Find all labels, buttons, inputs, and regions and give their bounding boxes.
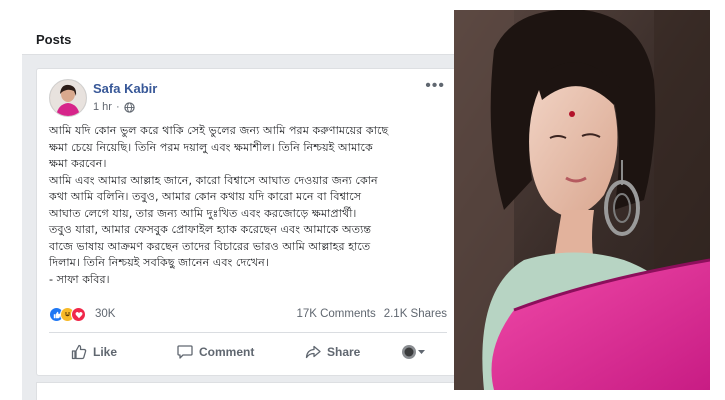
- comment-count[interactable]: 17K Comments: [296, 308, 375, 320]
- like-button[interactable]: Like: [71, 344, 117, 360]
- facebook-panel: Posts Safa Kabir 1 hr · ••• আমি যদি কোন …: [22, 14, 454, 400]
- post-actions: Like Comment Share: [49, 337, 447, 367]
- portrait-illustration: [454, 10, 710, 390]
- love-icon: [71, 307, 86, 322]
- globe-avatar-icon: [402, 345, 425, 359]
- avatar[interactable]: [49, 79, 87, 117]
- share-count[interactable]: 2.1K Shares: [384, 308, 447, 320]
- comment-icon: [177, 345, 193, 359]
- share-label: Share: [327, 345, 361, 359]
- posts-title: Posts: [36, 32, 72, 47]
- comment-button[interactable]: Comment: [177, 344, 254, 360]
- dot-separator: ·: [115, 101, 120, 113]
- reaction-count[interactable]: 30K: [95, 308, 115, 320]
- like-label: Like: [93, 345, 118, 359]
- post-meta: 1 hr ·: [93, 101, 135, 113]
- audience-selector[interactable]: [401, 344, 427, 360]
- post-card: Safa Kabir 1 hr · ••• আমি যদি কোন ভুল কর…: [36, 68, 454, 376]
- globe-icon[interactable]: [123, 101, 135, 113]
- author-name[interactable]: Safa Kabir: [93, 81, 157, 96]
- post-body: আমি যদি কোন ভুল করে থাকি সেই ভুলের জন্য …: [49, 124, 389, 286]
- reaction-icons[interactable]: [49, 307, 86, 322]
- posts-header: Posts: [22, 14, 454, 55]
- thumbs-up-icon: [71, 344, 87, 360]
- avatar-image: [50, 80, 86, 116]
- reactions-row: 30K 17K Comments 2.1K Shares: [49, 307, 447, 325]
- comment-label: Comment: [199, 345, 255, 359]
- next-post-card: [36, 382, 454, 400]
- post-time[interactable]: 1 hr: [93, 101, 112, 113]
- share-button[interactable]: Share: [305, 344, 360, 360]
- share-icon: [305, 345, 321, 359]
- actions-divider: [49, 332, 447, 333]
- more-options-icon[interactable]: •••: [425, 77, 445, 95]
- portrait-photo: [454, 10, 710, 390]
- engagement-counts: 17K Comments 2.1K Shares: [296, 308, 447, 320]
